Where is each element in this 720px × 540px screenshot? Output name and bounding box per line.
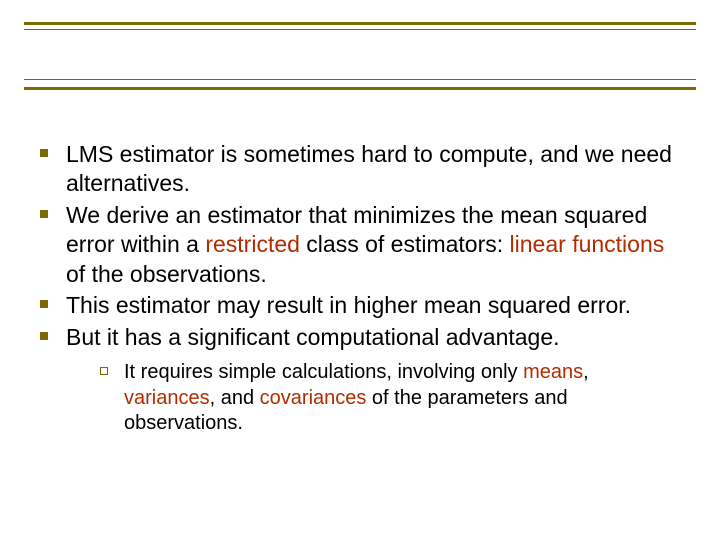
bullet-text: We derive an estimator that minimizes th…: [66, 202, 664, 287]
slide: LMS estimator is sometimes hard to compu…: [0, 0, 720, 540]
sub-bullet-list: It requires simple calculations, involvi…: [66, 360, 680, 437]
bullet-text: This estimator may result in higher mean…: [66, 292, 631, 318]
list-item: We derive an estimator that minimizes th…: [34, 201, 680, 289]
square-bullet-icon: [40, 210, 48, 218]
bullet-text: LMS estimator is sometimes hard to compu…: [66, 141, 672, 196]
square-bullet-icon: [40, 300, 48, 308]
title-rule-inner-bottom: [24, 79, 696, 80]
sub-list-item: It requires simple calculations, involvi…: [96, 360, 680, 437]
list-item: This estimator may result in higher mean…: [34, 291, 680, 320]
square-bullet-icon: [40, 149, 48, 157]
square-bullet-icon: [40, 332, 48, 340]
title-rule-inner-top: [24, 29, 696, 30]
bullet-text: But it has a significant computational a…: [66, 324, 560, 350]
sub-bullet-text: It requires simple calculations, involvi…: [124, 361, 589, 434]
list-item: But it has a significant computational a…: [34, 323, 680, 437]
bullet-list: LMS estimator is sometimes hard to compu…: [34, 140, 680, 437]
open-square-bullet-icon: [100, 367, 108, 375]
content-area: LMS estimator is sometimes hard to compu…: [34, 140, 680, 439]
list-item: LMS estimator is sometimes hard to compu…: [34, 140, 680, 199]
